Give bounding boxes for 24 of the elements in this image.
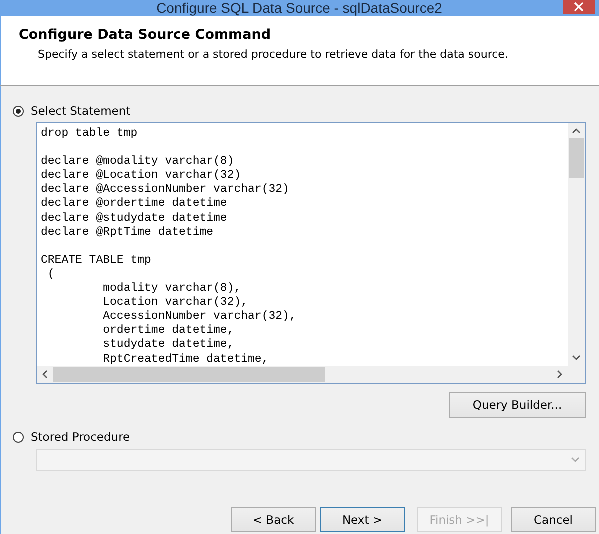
radio-label: Select Statement (31, 104, 131, 118)
wizard-button[interactable]: Cancel (511, 507, 596, 532)
radio-label: Stored Procedure (31, 430, 130, 444)
close-button[interactable] (563, 0, 595, 14)
wizard-button[interactable]: Next > (320, 507, 405, 532)
scroll-thumb[interactable] (569, 138, 584, 178)
radio-button[interactable] (13, 106, 24, 116)
chevron-down-icon (571, 457, 580, 463)
query-builder-button[interactable]: Query Builder... (449, 392, 586, 418)
radio-button[interactable] (13, 432, 24, 442)
page-description: Specify a select statement or a stored procedure to retrieve data for the data source. (38, 48, 510, 61)
scroll-thumb[interactable] (53, 367, 325, 382)
scroll-right-icon[interactable] (557, 370, 563, 379)
sql-code: drop table tmp declare @modality varchar(8) declare @Location varchar(32) declare @AccessionNumber varchar(32) declare @ordertime datetime declare @studydate datetime declare @RptTime datetime CREATE TABLE tmp ( modality varchar(8), Location varchar(32), AccessionNumber varchar(32), ordertime datetime, studydate datetime, RptCreatedTime datetime, (40, 126, 298, 366)
scroll-down-icon[interactable] (572, 355, 581, 361)
sql-editor[interactable] (36, 122, 586, 384)
window-title: Configure SQL Data Source - sqlDataSource2 (156, 0, 442, 16)
page-heading: Configure Data Source Command (19, 27, 272, 43)
scroll-left-icon[interactable] (42, 370, 48, 379)
horizontal-scrollbar[interactable] (37, 366, 585, 383)
scroll-up-icon[interactable] (572, 128, 581, 134)
vertical-scrollbar[interactable] (568, 123, 585, 366)
close-icon (574, 2, 584, 12)
wizard-button[interactable]: < Back (231, 507, 316, 532)
